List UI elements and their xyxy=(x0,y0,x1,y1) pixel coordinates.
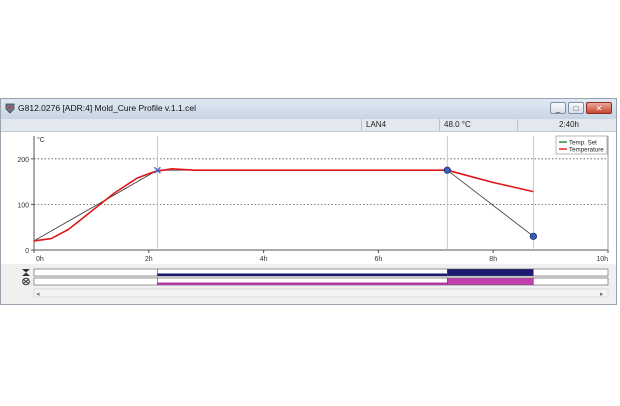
y-axis-unit-label: °C xyxy=(37,136,45,144)
x-tick-label: 8h xyxy=(489,256,497,263)
temperature-chart[interactable]: 0 100 200 °C 0h 2h 4h 6h 8h 10h Temp. SetTemperatu… xyxy=(1,132,616,264)
window-title: G812.0276 [ADR:4] Mold_Cure Profile v.1.… xyxy=(18,103,196,113)
status-temperature: 48.0 °C xyxy=(439,119,517,131)
fan-blades xyxy=(22,278,30,285)
x-tick-label: 6h xyxy=(375,256,383,263)
track-segment xyxy=(446,277,534,286)
x-tick-label: 0h xyxy=(36,256,44,263)
status-elapsed: 2:40h xyxy=(517,119,616,131)
x-tick-label: 4h xyxy=(260,256,268,263)
temp-set-line xyxy=(33,169,534,242)
track-segment xyxy=(533,277,609,286)
fan-icon xyxy=(22,277,30,286)
y-tick-label: 0 xyxy=(25,248,29,255)
segment-track-panel[interactable]: ◂ ▸ xyxy=(1,267,616,303)
x-tick-label: 10h xyxy=(596,256,608,263)
y-tick-label: 100 xyxy=(17,202,29,209)
track-segment xyxy=(533,268,609,277)
hourglass-icon xyxy=(22,269,30,276)
legend-label: Temperature xyxy=(569,147,604,154)
horizontal-scrollbar[interactable]: ◂ ▸ xyxy=(33,288,609,298)
temperature-line xyxy=(33,167,534,242)
minimize-button[interactable]: _ xyxy=(550,102,566,114)
track-segment xyxy=(446,268,534,277)
maximize-button[interactable]: □ xyxy=(568,102,584,114)
chart-legend: Temp. SetTemperature xyxy=(555,135,608,155)
scroll-left-arrow: ◂ xyxy=(36,291,40,298)
track-segment xyxy=(33,268,158,277)
chart-area[interactable]: 0 100 200 °C 0h 2h 4h 6h 8h 10h Temp. Set Temperatu… xyxy=(1,132,616,264)
status-empty xyxy=(1,119,361,131)
y-tick-label: 200 xyxy=(17,157,29,164)
hourglass-shape xyxy=(22,269,30,276)
app-icon xyxy=(5,103,15,114)
title-bar[interactable]: G812.0276 [ADR:4] Mold_Cure Profile v.1.… xyxy=(1,99,616,120)
track-segment-band xyxy=(157,282,448,285)
app-window: G812.0276 [ADR:4] Mold_Cure Profile v.1.… xyxy=(0,98,617,305)
scroll-right-arrow: ▸ xyxy=(600,291,604,298)
status-bar: LAN4 48.0 °C 2:40h xyxy=(1,119,616,132)
scrollbar-track xyxy=(33,288,609,298)
setpoint-marker xyxy=(529,232,537,240)
track-segment-band xyxy=(157,273,448,276)
legend-label: Temp. Set xyxy=(569,140,597,147)
segment-tracks: ◂ ▸ xyxy=(1,267,616,303)
x-tick-label: 2h xyxy=(145,256,153,263)
status-connection: LAN4 xyxy=(361,119,439,131)
close-button[interactable]: ✕ xyxy=(586,102,612,114)
setpoint-marker xyxy=(443,166,451,174)
track-segment xyxy=(33,277,158,286)
